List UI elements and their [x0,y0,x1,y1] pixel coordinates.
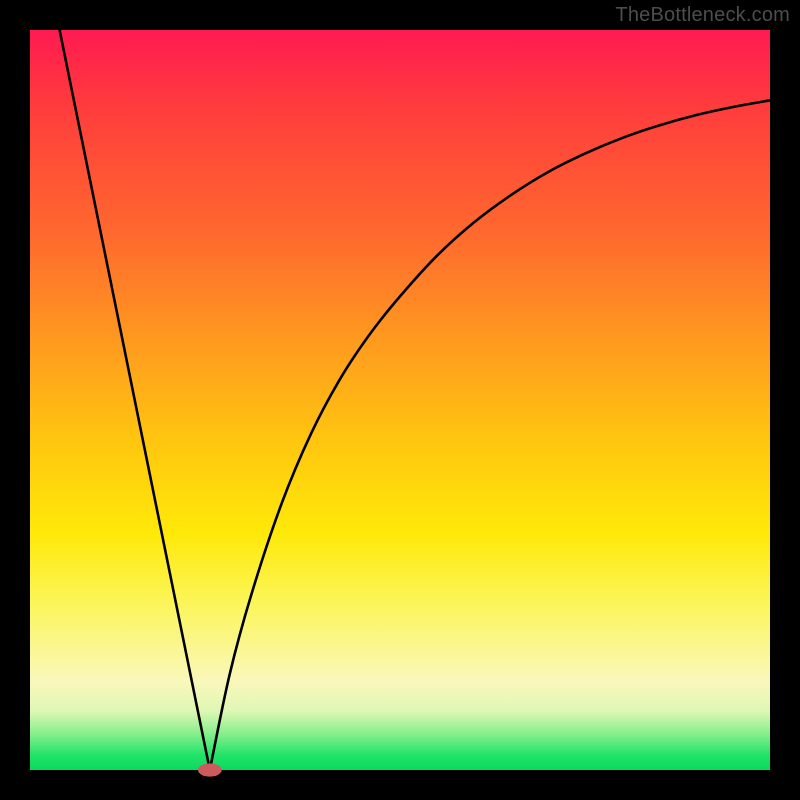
right-branch-curve [210,100,770,770]
plot-area [30,30,770,770]
curve-layer [30,30,770,770]
left-branch-line [60,30,210,770]
attribution-label: TheBottleneck.com [615,4,790,27]
min-marker [198,763,222,776]
chart-stage: TheBottleneck.com [0,0,800,800]
